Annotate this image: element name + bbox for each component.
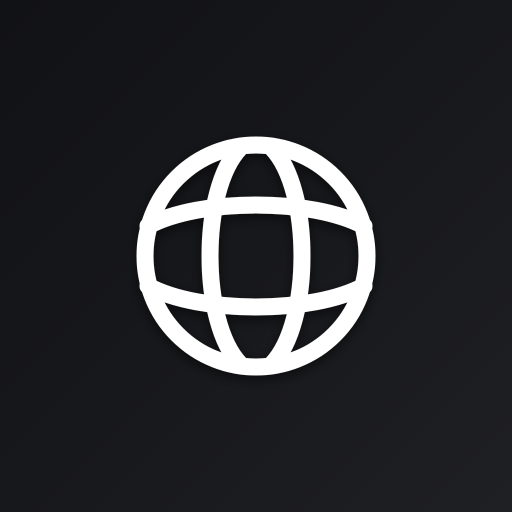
icon-canvas bbox=[0, 0, 512, 512]
globe-svg bbox=[136, 136, 376, 376]
globe-meridian-right bbox=[263, 139, 311, 373]
globe-icon bbox=[0, 0, 512, 512]
globe-strokes bbox=[136, 136, 376, 376]
globe-meridian-left bbox=[201, 139, 249, 373]
globe-parallel-top bbox=[139, 196, 373, 235]
globe-parallel-bottom bbox=[139, 277, 373, 316]
globe-outline bbox=[136, 136, 376, 376]
